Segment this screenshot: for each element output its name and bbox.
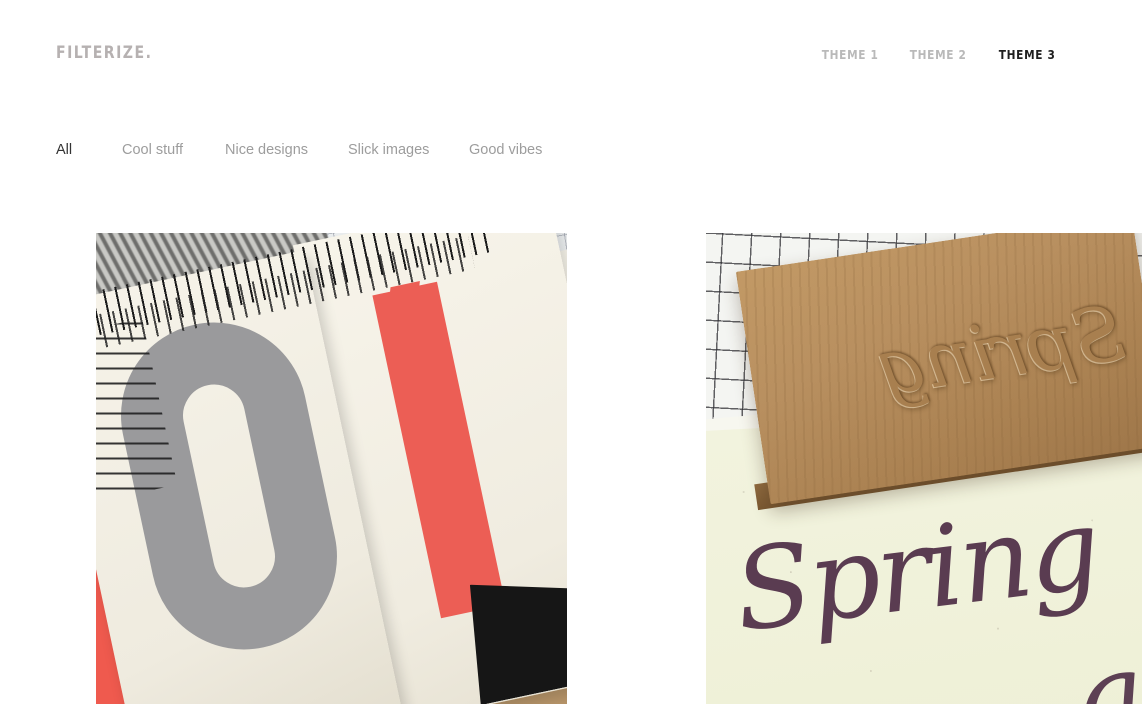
filter-item-good-vibes[interactable]: Good vibes bbox=[469, 142, 542, 158]
filter-item-slick-images[interactable]: Slick images bbox=[348, 142, 469, 158]
nav-item-theme-1[interactable]: THEME 1 bbox=[822, 47, 879, 62]
nav-item-theme-3[interactable]: THEME 3 bbox=[999, 47, 1056, 62]
gallery-item-calendar[interactable]: December HAVE A NICE DAY! bbox=[96, 233, 567, 704]
site-header: FILTERIZE. THEME 1 THEME 2 THEME 3 bbox=[0, 0, 1142, 110]
filter-item-cool-stuff[interactable]: Cool stuff bbox=[122, 142, 225, 158]
gallery-item-spring-stamp[interactable]: Spring a Spring bbox=[706, 233, 1142, 704]
calendar-photo: December HAVE A NICE DAY! bbox=[96, 233, 567, 704]
portfolio-filter-bar: All Cool stuff Nice designs Slick images… bbox=[56, 142, 542, 158]
site-logo[interactable]: FILTERIZE. bbox=[56, 43, 152, 63]
nav-item-theme-2[interactable]: THEME 2 bbox=[910, 47, 967, 62]
portfolio-gallery: December HAVE A NICE DAY! Spring a Sprin… bbox=[56, 217, 1142, 708]
spring-stamp-photo: Spring a Spring bbox=[706, 233, 1142, 704]
page-root: FILTERIZE. THEME 1 THEME 2 THEME 3 All C… bbox=[0, 0, 1142, 708]
filter-item-nice-designs[interactable]: Nice designs bbox=[225, 142, 348, 158]
main-navigation: THEME 1 THEME 2 THEME 3 bbox=[820, 47, 1057, 62]
filter-item-all[interactable]: All bbox=[56, 142, 122, 158]
